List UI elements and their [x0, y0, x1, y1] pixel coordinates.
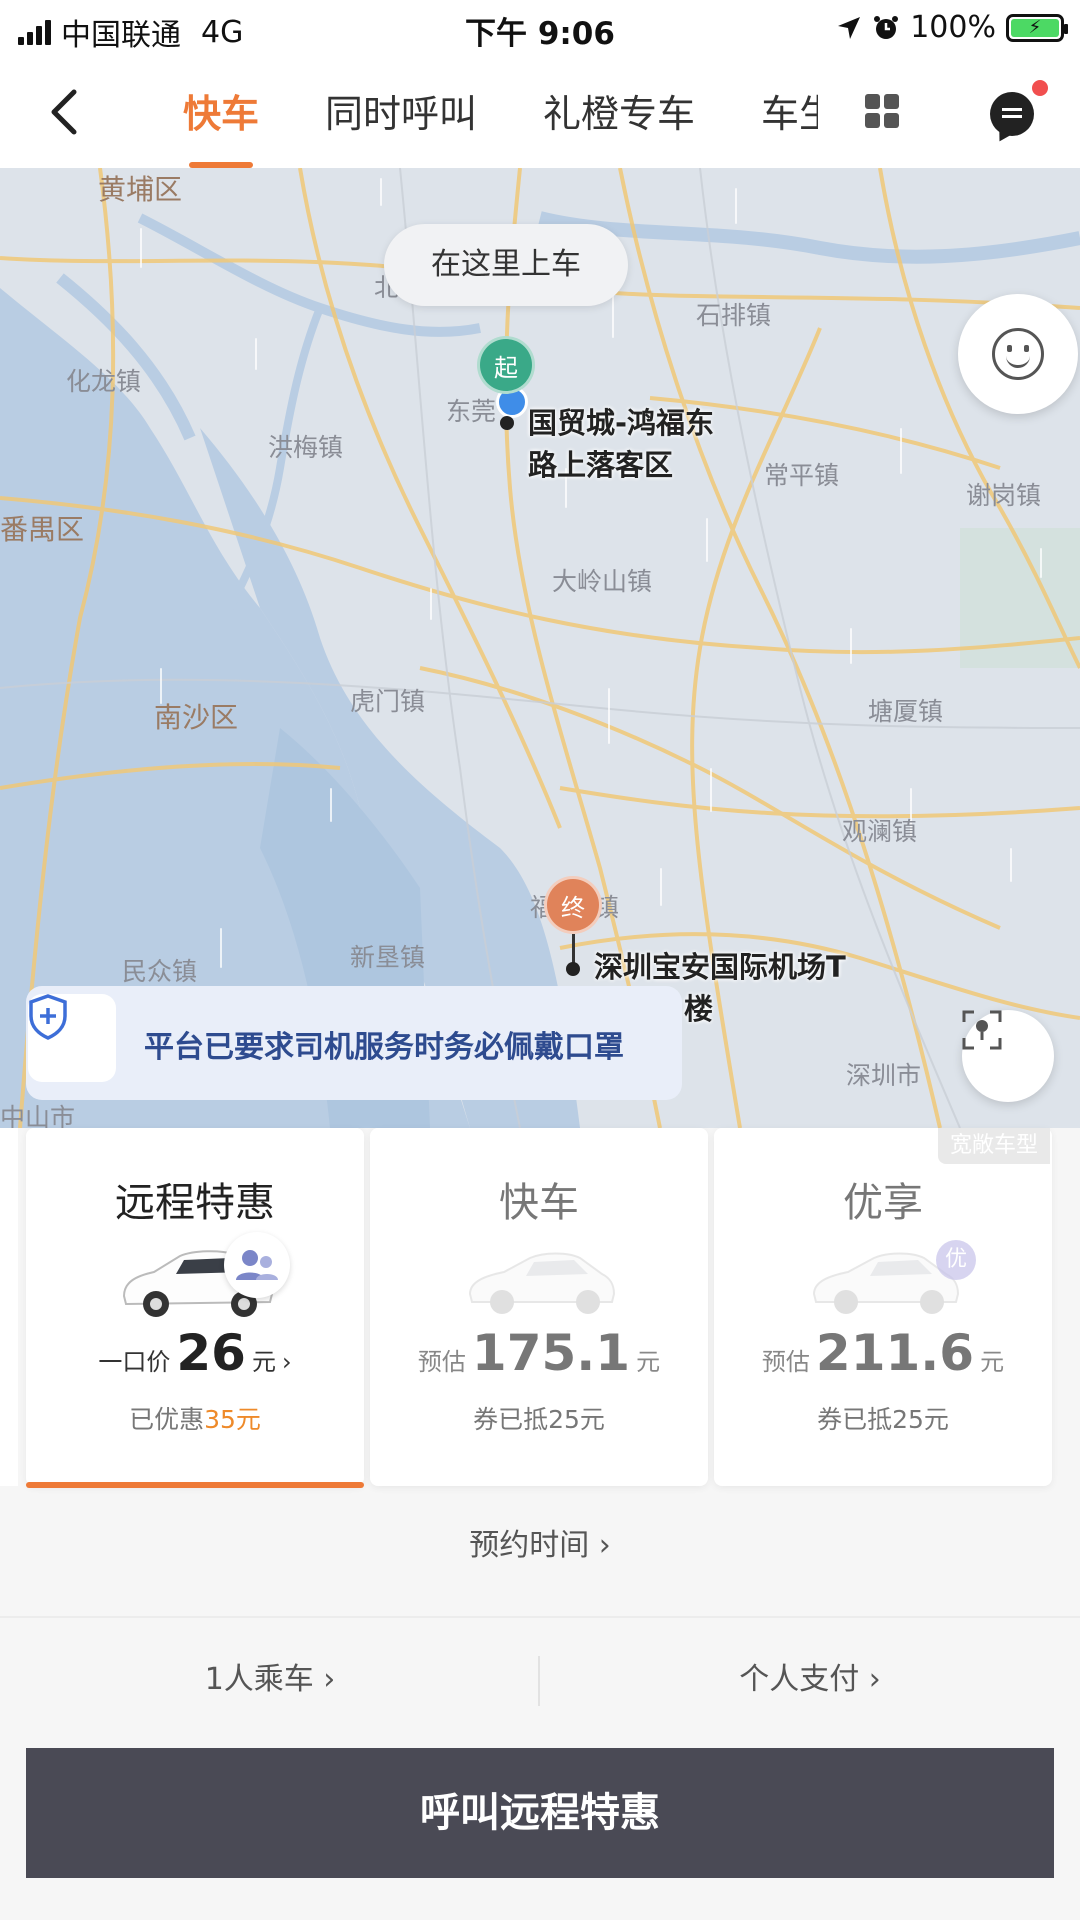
discount-line: 已优惠35元: [26, 1400, 364, 1436]
tab-kuaiche[interactable]: 快车: [150, 86, 292, 168]
price-line: 预估 211.6 元: [714, 1324, 1052, 1382]
comfort-badge: 优: [936, 1240, 976, 1280]
service-tabs: 快车 同时呼叫 礼橙专车 车生: [150, 86, 818, 168]
option-card-remote-deal[interactable]: 远程特惠 一口价 26 元 › 已优惠35元: [26, 1128, 364, 1488]
notice-icon-box: [28, 994, 116, 1082]
shield-icon: [29, 994, 67, 1040]
price-value: 26: [176, 1324, 246, 1382]
alarm-icon: [874, 15, 899, 39]
location-arrow-icon: [838, 16, 861, 39]
end-marker-stem: [572, 934, 575, 964]
option-name: 快车: [499, 1180, 579, 1226]
pickup-label-line2: 路上落客区: [528, 448, 674, 482]
feedback-button[interactable]: [958, 294, 1078, 414]
pickup-label: 国贸城-鸿福东 路上落客区: [528, 402, 714, 486]
map-label: 大岭山镇: [552, 567, 653, 596]
recenter-button[interactable]: [962, 1010, 1054, 1102]
passenger-count-button[interactable]: 1人乘车 ›: [0, 1650, 540, 1710]
payment-method-button[interactable]: 个人支付 ›: [540, 1650, 1080, 1710]
map-label: 塘厦镇: [868, 697, 944, 726]
dropoff-point: [566, 962, 580, 976]
price-unit: 元: [251, 1348, 276, 1376]
price-value: 211.6: [815, 1324, 975, 1382]
price-line: 预估 175.1 元: [370, 1324, 708, 1382]
map-label: 新垦镇: [350, 943, 426, 972]
map-label: 番禺区: [0, 513, 85, 546]
price-prefix: 一口价: [98, 1348, 171, 1376]
option-card-express[interactable]: 快车 预估 175.1 元 券已抵25元: [370, 1128, 708, 1486]
divider: [0, 1616, 1080, 1618]
map-label: 石排镇: [696, 301, 772, 330]
carpool-icon: [224, 1232, 290, 1298]
map-label: 南沙区: [154, 701, 239, 734]
battery-icon: ⚡: [1006, 13, 1068, 42]
start-marker[interactable]: 起: [477, 336, 535, 394]
price-line: 一口价 26 元 ›: [26, 1324, 364, 1382]
spacious-tag: 宽敞车型: [938, 1128, 1051, 1164]
pickup-label-line1: 国贸城-鸿福东: [528, 406, 715, 440]
pickup-bubble[interactable]: 在这里上车: [384, 224, 628, 306]
option-card-comfort[interactable]: 优享 优 预估 211.6 元 券已抵25元: [714, 1128, 1052, 1486]
map-label: 化龙镇: [66, 367, 142, 396]
option-name: 优享: [843, 1180, 923, 1226]
map-label: 虎门镇: [350, 687, 426, 716]
mask-notice[interactable]: 平台已要求司机服务时务必佩戴口罩: [26, 986, 682, 1100]
coupon-line: 券已抵25元: [473, 1405, 605, 1434]
price-prefix: 预估: [417, 1348, 466, 1376]
status-right: 100% ⚡: [836, 10, 1068, 45]
map-label: 东莞: [446, 397, 497, 426]
map-view[interactable]: 黄埔区 石排镇 化龙镇 北 东莞 洪梅镇 常平镇 谢岗镇 番禺区 大岭山镇 南沙…: [0, 168, 1080, 1128]
map-label: 民众镇: [122, 957, 198, 986]
discount-amount: 35元: [204, 1405, 261, 1434]
car-icon: [468, 1252, 616, 1314]
pickup-point: [500, 416, 514, 430]
back-arrow-icon[interactable]: [40, 82, 90, 142]
map-label: 深圳市: [846, 1061, 922, 1090]
price-detail-arrow[interactable]: ›: [282, 1348, 292, 1376]
call-ride-button[interactable]: 呼叫远程特惠: [26, 1748, 1054, 1878]
tab-partial[interactable]: 车生: [728, 86, 818, 146]
price-unit: 元: [636, 1348, 661, 1376]
smile-icon: [992, 328, 1044, 380]
notice-text: 平台已要求司机服务时务必佩戴口罩: [144, 1030, 624, 1065]
map-label: 黄埔区: [98, 173, 183, 206]
trip-options: 1人乘车 › 个人支付 ›: [0, 1650, 1080, 1710]
schedule-time-button[interactable]: 预约时间 ›: [0, 1520, 1080, 1564]
map-label: 洪梅镇: [268, 433, 344, 462]
map-label: 谢岗镇: [966, 481, 1042, 510]
price-value: 175.1: [471, 1324, 631, 1382]
map-label: 观澜镇: [842, 817, 918, 846]
map-label: 中山市: [0, 1103, 76, 1128]
price-prefix: 预估: [761, 1348, 810, 1376]
ride-options: 远程特惠 一口价 26 元 › 已优惠35元 快车 预估 175.1 元 券已抵…: [0, 1128, 1080, 1488]
top-nav: 快车 同时呼叫 礼橙专车 车生: [0, 56, 1080, 168]
coupon-line: 券已抵25元: [817, 1405, 949, 1434]
recenter-icon: [962, 1010, 1002, 1050]
end-marker[interactable]: 终: [544, 876, 602, 934]
map-label: 常平镇: [764, 461, 840, 490]
option-name: 远程特惠: [115, 1180, 275, 1226]
price-unit: 元: [980, 1348, 1005, 1376]
grid-menu-icon[interactable]: [865, 94, 899, 128]
battery-percent: 100%: [910, 10, 996, 45]
prev-card-edge[interactable]: [0, 1128, 18, 1486]
status-bar: 中国联通 4G 下午 9:06 100% ⚡: [0, 0, 1080, 56]
message-icon[interactable]: [990, 92, 1034, 136]
notification-dot: [1032, 80, 1048, 96]
discount-label: 已优惠: [129, 1405, 205, 1434]
dropoff-label-line1: 深圳宝安国际机场T: [594, 950, 846, 984]
tab-premier[interactable]: 礼橙专车: [510, 86, 728, 146]
tab-simultaneous-call[interactable]: 同时呼叫: [292, 86, 510, 146]
